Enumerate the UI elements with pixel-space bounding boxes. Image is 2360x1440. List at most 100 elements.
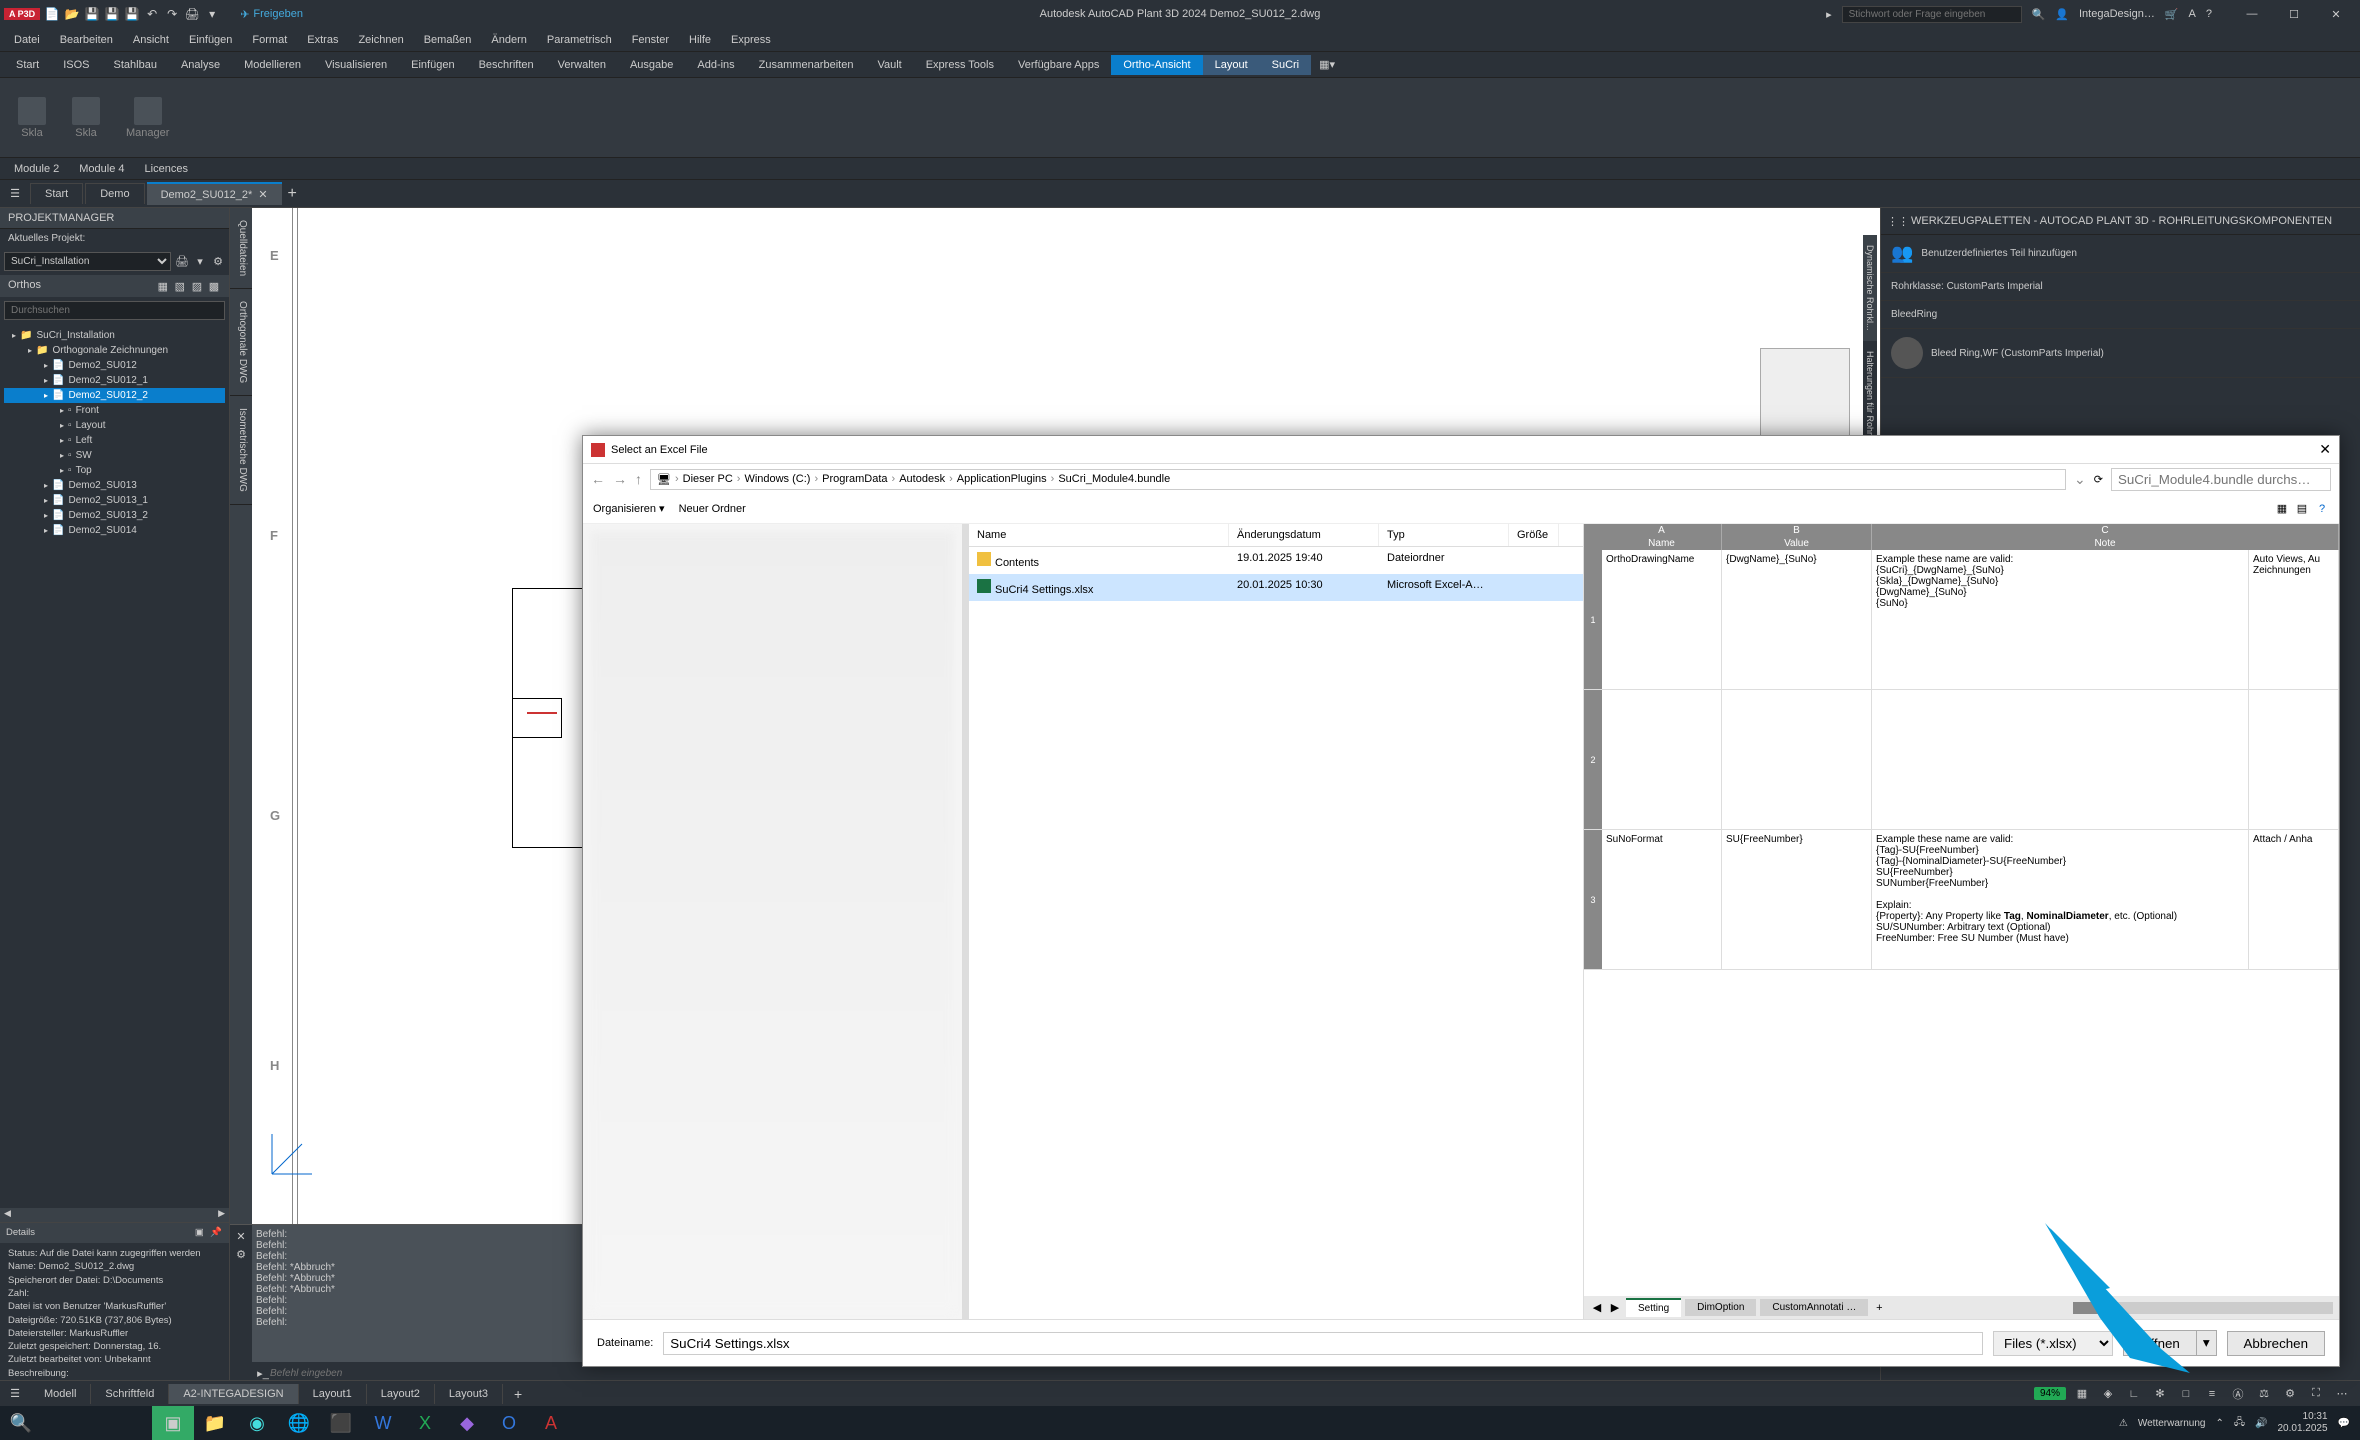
ribbon-tab-layout[interactable]: Layout: [1203, 55, 1260, 75]
status-ortho-icon[interactable]: ∟: [2124, 1384, 2144, 1404]
crumb-3[interactable]: Autodesk: [899, 473, 945, 485]
save-icon[interactable]: 💾: [84, 6, 100, 22]
xl-prev-icon[interactable]: ◀: [1590, 1301, 1604, 1315]
cart-icon[interactable]: 🛒: [2165, 8, 2179, 21]
status-full-icon[interactable]: ⛶: [2306, 1384, 2326, 1404]
obs-icon[interactable]: ⬛: [320, 1406, 362, 1440]
view-preview-icon[interactable]: ▤: [2295, 502, 2309, 516]
weather-label[interactable]: Wetterwarnung: [2138, 1418, 2206, 1429]
tray-vol-icon[interactable]: 🔊: [2255, 1418, 2267, 1429]
ribbon-tab-ortho-ansicht[interactable]: Ortho-Ansicht: [1111, 55, 1202, 75]
new-icon[interactable]: 📄: [44, 6, 60, 22]
menu-einfügen[interactable]: Einfügen: [179, 30, 242, 50]
xl-col-a[interactable]: A: [1602, 524, 1722, 537]
xl-tab-setting[interactable]: Setting: [1626, 1298, 1681, 1317]
xl-hscroll[interactable]: [2073, 1302, 2333, 1314]
status-tab-layout2[interactable]: Layout2: [367, 1384, 435, 1404]
ortho-icon1[interactable]: ▦: [156, 279, 170, 293]
user-icon[interactable]: 👤: [2055, 8, 2069, 21]
xl-row-3[interactable]: 3SuNoFormatSU{FreeNumber}Example these n…: [1584, 830, 2339, 970]
status-tab-layout3[interactable]: Layout3: [435, 1384, 503, 1404]
col-änderungsdatum[interactable]: Änderungsdatum: [1229, 524, 1379, 546]
details-collapse-icon[interactable]: ▣: [192, 1226, 206, 1240]
xl-col-b[interactable]: B: [1722, 524, 1872, 537]
status-snap-icon[interactable]: ◈: [2098, 1384, 2118, 1404]
project-more-icon[interactable]: ▾: [193, 255, 207, 269]
tree-item-demo2-su013-2[interactable]: ▸📄Demo2_SU013_2: [4, 508, 225, 523]
mod-tab-module-2[interactable]: Module 2: [4, 160, 69, 178]
status-osnap-icon[interactable]: □: [2176, 1384, 2196, 1404]
word-icon[interactable]: W: [362, 1406, 404, 1440]
status-grid-icon[interactable]: ▦: [2072, 1384, 2092, 1404]
tree-item-demo2-su013[interactable]: ▸📄Demo2_SU013: [4, 478, 225, 493]
project-select[interactable]: SuCri_Installation: [4, 252, 171, 271]
excel-icon[interactable]: X: [404, 1406, 446, 1440]
crumb-0[interactable]: Dieser PC: [683, 473, 733, 485]
help-search-input[interactable]: [1842, 6, 2022, 23]
nav-fwd-icon[interactable]: →: [613, 471, 627, 487]
command-input[interactable]: [270, 1368, 1876, 1379]
crumb-1[interactable]: Windows (C:): [744, 473, 810, 485]
menu-fenster[interactable]: Fenster: [622, 30, 679, 50]
acad-icon[interactable]: A: [530, 1406, 572, 1440]
status-tab-layout1[interactable]: Layout1: [299, 1384, 367, 1404]
zoom-badge[interactable]: 94%: [2034, 1387, 2066, 1400]
maximize-button[interactable]: ☐: [2274, 2, 2314, 26]
menu-ändern[interactable]: Ändern: [481, 30, 536, 50]
taskview-icon[interactable]: ▣: [152, 1406, 194, 1440]
crumb-4[interactable]: ApplicationPlugins: [957, 473, 1047, 485]
menu-bearbeiten[interactable]: Bearbeiten: [50, 30, 123, 50]
ortho-icon3[interactable]: ▨: [190, 279, 204, 293]
tree-scroll-left-icon[interactable]: ◀: [4, 1208, 11, 1222]
ribbon-tab-isos[interactable]: ISOS: [51, 55, 101, 75]
clock-time[interactable]: 10:31: [2277, 1411, 2327, 1423]
tree-item-left[interactable]: ▸▫Left: [4, 433, 225, 448]
viewcube[interactable]: [1760, 348, 1850, 438]
ribbon-tab-ausgabe[interactable]: Ausgabe: [618, 55, 685, 75]
chevron-down-icon[interactable]: ▾: [204, 6, 220, 22]
undo-icon[interactable]: ↶: [144, 6, 160, 22]
vs-icon[interactable]: ◆: [446, 1406, 488, 1440]
user-label[interactable]: IntegaDesign…: [2079, 8, 2155, 20]
tree-item-layout[interactable]: ▸▫Layout: [4, 418, 225, 433]
nav-back-icon[interactable]: ←: [591, 471, 605, 487]
xl-col-c[interactable]: C: [1872, 524, 2339, 537]
print-icon[interactable]: 🖨: [184, 6, 200, 22]
cmd-close-icon[interactable]: ✕: [234, 1229, 248, 1243]
menu-zeichnen[interactable]: Zeichnen: [348, 30, 413, 50]
tray-up-icon[interactable]: ⌃: [2215, 1418, 2223, 1429]
font-icon[interactable]: A: [2189, 8, 2196, 20]
open-icon[interactable]: 📂: [64, 6, 80, 22]
edge-icon[interactable]: ◉: [236, 1406, 278, 1440]
dialog-search-input[interactable]: [2111, 468, 2331, 491]
redo-icon[interactable]: ↷: [164, 6, 180, 22]
tree-item-sw[interactable]: ▸▫SW: [4, 448, 225, 463]
menu-datei[interactable]: Datei: [4, 30, 50, 50]
dialog-close-button[interactable]: ✕: [2319, 441, 2331, 458]
save2-icon[interactable]: 💾: [124, 6, 140, 22]
status-tab-modell[interactable]: Modell: [30, 1384, 91, 1404]
tree-item-front[interactable]: ▸▫Front: [4, 403, 225, 418]
status-menu-icon[interactable]: ☰: [8, 1387, 22, 1401]
crumb-2[interactable]: ProgramData: [822, 473, 887, 485]
tree-item-orthogonale-zeichnungen[interactable]: ▸📁Orthogonale Zeichnungen: [4, 343, 225, 358]
palette-grip-icon[interactable]: ⋮⋮: [1891, 214, 1905, 228]
tree-item-demo2-su013-1[interactable]: ▸📄Demo2_SU013_1: [4, 493, 225, 508]
tree-search-input[interactable]: [4, 301, 225, 320]
ribbon-tab-express-tools[interactable]: Express Tools: [914, 55, 1006, 75]
status-scale-icon[interactable]: ⚖: [2254, 1384, 2274, 1404]
crumb-5[interactable]: SuCri_Module4.bundle: [1058, 473, 1170, 485]
tree-item-demo2-su014[interactable]: ▸📄Demo2_SU014: [4, 523, 225, 538]
ribbon-tab-verwalten[interactable]: Verwalten: [546, 55, 618, 75]
tree-item-demo2-su012[interactable]: ▸📄Demo2_SU012: [4, 358, 225, 373]
organize-button[interactable]: Organisieren ▾: [593, 502, 665, 515]
nav-up-icon[interactable]: ↑: [635, 471, 642, 487]
ribbon-tab-zusammenarbeiten[interactable]: Zusammenarbeiten: [747, 55, 866, 75]
menu-extras[interactable]: Extras: [297, 30, 348, 50]
file-row[interactable]: Contents19.01.2025 19:40Dateiordner: [969, 547, 1583, 574]
explorer-icon[interactable]: 📁: [194, 1406, 236, 1440]
palette-item-add-custom[interactable]: 👥 Benutzerdefiniertes Teil hinzufügen: [1881, 235, 2360, 273]
ribbon-btn-manager-2[interactable]: Manager: [118, 93, 177, 143]
status-ws-icon[interactable]: ⚙: [2280, 1384, 2300, 1404]
tree-item-top[interactable]: ▸▫Top: [4, 463, 225, 478]
